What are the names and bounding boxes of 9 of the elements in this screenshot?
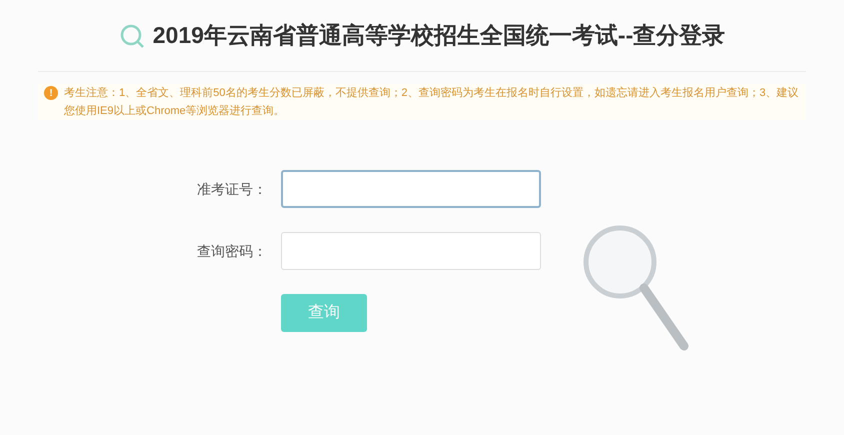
field-label: 查询密码： xyxy=(196,242,268,260)
notice-text: 考生注意：1、全省文、理科前50名的考生分数已屏蔽，不提供查询；2、查询密码为考生在报名时自行设置，如遗忘请进入考生报名用户查询；3、建议您使用IE9以上或Chrome等浏览器进行查询。 xyxy=(64,86,800,119)
input-field[interactable] xyxy=(281,170,541,208)
warning-icon: ! xyxy=(44,86,58,100)
query-button[interactable]: 查询 xyxy=(281,294,367,332)
search-icon xyxy=(118,22,145,48)
page-title: 2019年云南省普通高等学校招生全国统一考试--查分登录 xyxy=(152,21,726,50)
input-field[interactable] xyxy=(281,232,541,270)
field-label: 准考证号： xyxy=(196,180,268,198)
